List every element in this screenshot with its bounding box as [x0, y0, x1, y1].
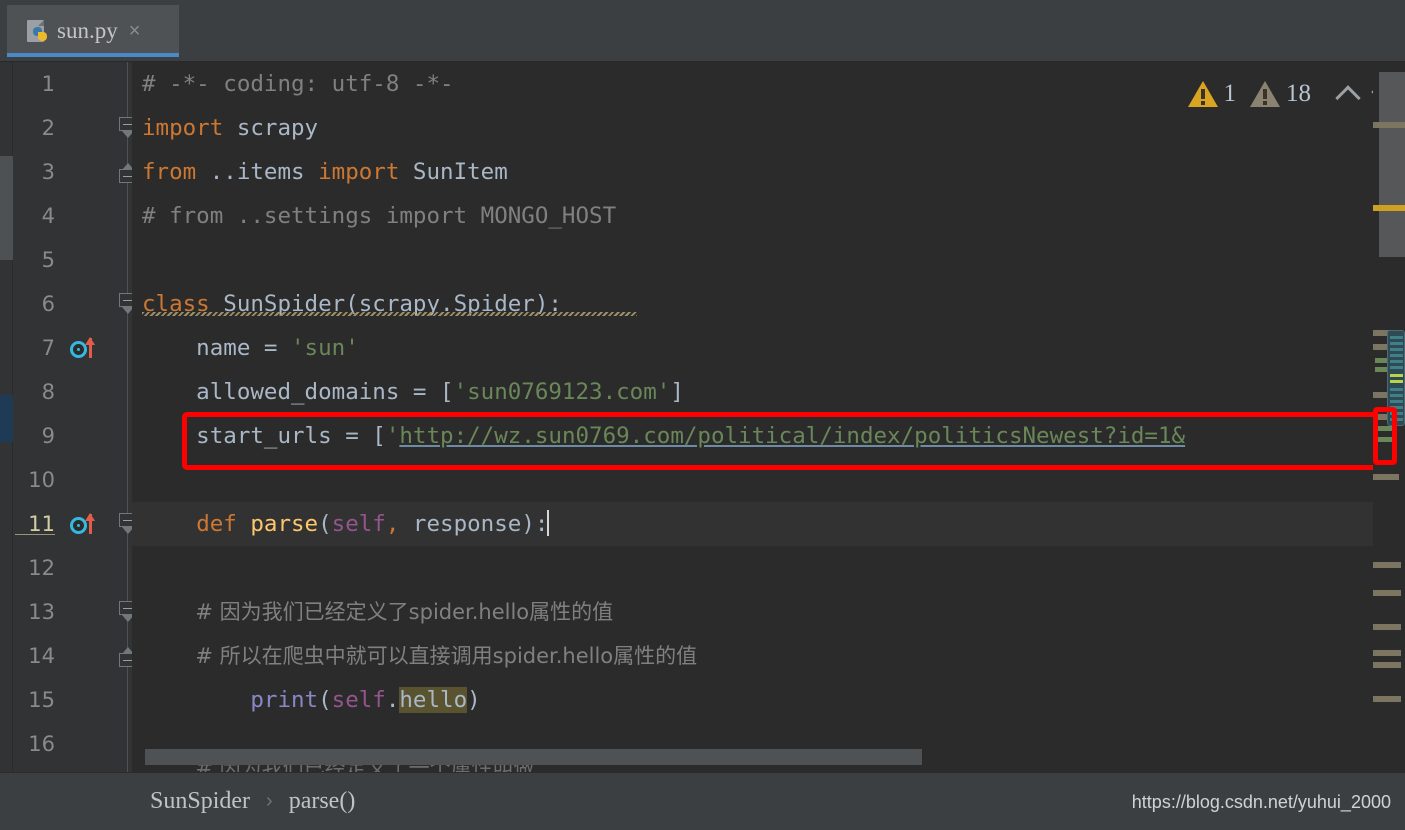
code-editor-area[interactable]: # -*- coding: utf-8 -*- import scrapy fr…	[132, 62, 1373, 772]
editor-gutter[interactable]: 1 2 3 4 5 6 7 8 9 10 11 12 13 14 15 16	[11, 62, 136, 772]
code-token: parse	[250, 511, 319, 537]
minimap-warning-marker[interactable]	[1373, 205, 1405, 211]
python-file-icon	[27, 19, 48, 43]
line-number: 6	[41, 292, 55, 316]
chevron-up-icon[interactable]	[1335, 81, 1361, 107]
editor-tab-bar: sun.py ×	[0, 0, 1405, 62]
code-line-8[interactable]: allowed_domains = ['sun0769123.com']	[132, 370, 1373, 414]
close-icon[interactable]: ×	[129, 21, 141, 41]
minimap-annotation-box	[1373, 407, 1397, 465]
inspection-squiggle	[142, 312, 637, 316]
code-token: # 所以在爬虫中就可以直接调用spider.hello属性的值	[142, 644, 698, 668]
tab-filename-label: sun.py	[57, 18, 118, 43]
code-token: 'sun0769123.com'	[453, 379, 671, 405]
code-token: ):	[521, 511, 549, 537]
editor-tab-sun-py[interactable]: sun.py ×	[7, 5, 179, 57]
line-number: 12	[28, 556, 55, 580]
code-line-14[interactable]: # 所以在爬虫中就可以直接调用spider.hello属性的值	[132, 634, 1373, 678]
code-line-9[interactable]: start_urls = ['http://wz.sun0769.com/pol…	[132, 414, 1373, 458]
horizontal-scrollbar-thumb[interactable]	[145, 749, 922, 765]
weak-warning-count-label: 18	[1286, 80, 1311, 107]
line-number: 5	[41, 248, 55, 272]
code-token: .	[385, 687, 400, 713]
line-number: 15	[28, 688, 55, 712]
breadcrumb-method[interactable]: parse()	[289, 788, 356, 815]
code-token: '	[385, 423, 400, 449]
pycharm-editor-window: sun.py × 1 2 3 4 5 6 7 8 9 10 11 12 13 1…	[0, 0, 1405, 830]
code-line-13[interactable]: # 因为我们已经定义了spider.hello属性的值	[132, 590, 1373, 634]
line-number: 1	[41, 72, 55, 96]
line-number: 3	[41, 160, 55, 184]
warning-count-label: 1	[1223, 80, 1237, 107]
breadcrumb-class[interactable]: SunSpider	[150, 788, 250, 815]
line-number: 14	[28, 644, 55, 668]
code-token: allowed_domains = [	[142, 379, 454, 405]
editor-minimap-scrollbar[interactable]	[1373, 62, 1405, 772]
code-token: ,	[385, 511, 400, 537]
code-token: 'sun'	[291, 335, 359, 361]
highlighted-identifier: hello	[399, 687, 468, 713]
watermark-text: https://blog.csdn.net/yuhui_2000	[1131, 792, 1391, 812]
code-token: (	[318, 511, 332, 537]
inspection-widget: 1 18	[1187, 72, 1398, 116]
code-token: from	[142, 159, 197, 185]
text-caret	[547, 510, 550, 536]
code-token: )	[467, 687, 481, 713]
code-line-10[interactable]	[132, 458, 1373, 502]
code-token: scrapy	[223, 115, 319, 141]
line-number: 2	[41, 116, 55, 140]
code-token: self	[331, 687, 386, 713]
warning-count-item[interactable]: 1	[1187, 80, 1237, 108]
code-line-11[interactable]: def parse(self, response):	[132, 502, 1373, 546]
weak-warning-triangle-icon	[1250, 81, 1280, 107]
code-token: # -*- coding: utf-8 -*-	[142, 71, 454, 97]
warning-triangle-icon	[1187, 81, 1218, 107]
code-token: import	[318, 159, 400, 185]
code-token: response	[399, 511, 522, 537]
run-gutter-icon[interactable]	[70, 513, 100, 539]
tab-active-indicator	[7, 53, 179, 57]
code-token: ..items	[196, 159, 319, 185]
vertical-scrollbar-thumb[interactable]	[1379, 72, 1405, 257]
code-line-7[interactable]: name = 'sun'	[132, 326, 1373, 370]
code-line-6[interactable]: class SunSpider(scrapy.Spider):	[132, 282, 1373, 326]
start-url-link[interactable]: http://wz.sun0769.com/political/index/po…	[399, 423, 1185, 449]
weak-warning-count-item[interactable]: 18	[1250, 80, 1311, 108]
line-number: 16	[28, 732, 55, 756]
code-token: import	[142, 115, 224, 141]
horizontal-scrollbar-track[interactable]	[132, 749, 1373, 765]
line-number: 8	[41, 380, 55, 404]
code-token: start_urls = [	[142, 423, 386, 449]
code-token: (	[318, 687, 332, 713]
line-number: 9	[41, 424, 55, 448]
code-token: # 因为我们已经定义了spider.hello属性的值	[142, 600, 614, 624]
code-token: # from ..settings import MONGO_HOST	[142, 203, 617, 229]
code-token: name =	[142, 335, 292, 361]
code-token: def	[196, 511, 237, 537]
code-token: self	[331, 511, 386, 537]
code-line-5[interactable]	[132, 238, 1373, 282]
code-token: SunItem	[399, 159, 508, 185]
line-number: 10	[28, 468, 55, 492]
breadcrumb-separator-icon: ›	[266, 790, 273, 812]
run-gutter-icon[interactable]	[70, 337, 100, 363]
code-line-3[interactable]: from ..items import SunItem	[132, 150, 1373, 194]
line-number: 4	[41, 204, 55, 228]
line-number-current: 11	[11, 502, 55, 546]
code-line-12[interactable]	[132, 546, 1373, 590]
line-number: 13	[28, 600, 55, 624]
breadcrumb-status-bar: SunSpider › parse() https://blog.csdn.ne…	[0, 772, 1405, 830]
code-line-15[interactable]: print(self.hello)	[132, 678, 1373, 722]
line-number: 7	[41, 336, 55, 360]
code-line-4[interactable]: # from ..settings import MONGO_HOST	[132, 194, 1373, 238]
code-token: ]	[670, 379, 684, 405]
code-token: print	[250, 687, 319, 713]
